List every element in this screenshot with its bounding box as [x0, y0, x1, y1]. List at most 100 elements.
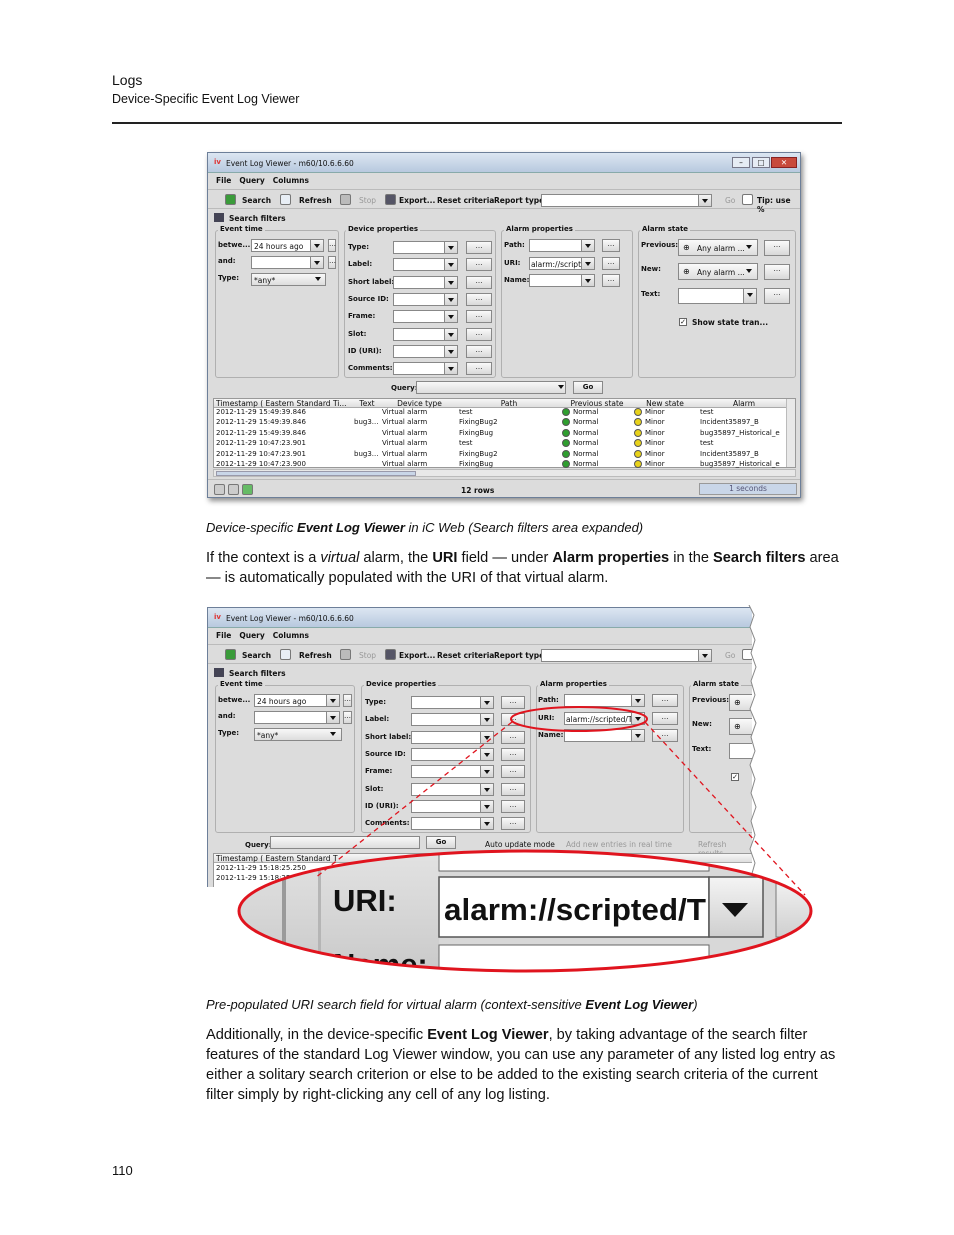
menu-query[interactable]: Query: [239, 176, 264, 185]
device-prop-dropdown[interactable]: [444, 327, 458, 341]
name-dropdown[interactable]: [581, 274, 595, 287]
show-state-checkbox[interactable]: ✓: [679, 318, 687, 326]
type-label: Type:: [218, 274, 240, 282]
device-prop-more-button[interactable]: …: [466, 327, 492, 341]
between-dropdown[interactable]: [310, 239, 324, 252]
previous-dropdown[interactable]: [743, 241, 757, 254]
device-prop-dropdown[interactable]: [444, 258, 458, 272]
uri-dropdown[interactable]: [581, 257, 595, 270]
arrow-up-icon[interactable]: [214, 484, 225, 495]
stop-button[interactable]: Stop: [359, 196, 376, 205]
table-row[interactable]: 2012-11-29 10:47:23.901 Virtual alarm test…: [214, 439, 795, 450]
stop-button[interactable]: Stop: [359, 651, 376, 660]
collapse-icon[interactable]: [214, 213, 224, 222]
and-dropdown[interactable]: [310, 256, 324, 269]
column-header[interactable]: Previous state: [562, 399, 632, 408]
table-row[interactable]: 2012-11-29 15:49:39.846 Virtual alarm Fixi…: [214, 428, 795, 440]
export-button[interactable]: Export...: [399, 651, 435, 660]
maximize-button[interactable]: □: [752, 157, 770, 168]
device-prop-field[interactable]: [393, 310, 445, 324]
report-type-dropdown[interactable]: [698, 649, 712, 662]
query-dropdown[interactable]: [555, 381, 569, 394]
previous-more-button[interactable]: …: [764, 240, 790, 256]
export-button[interactable]: Export...: [399, 196, 435, 205]
table-scrollbar[interactable]: [786, 399, 795, 467]
column-header[interactable]: Alarm: [700, 399, 788, 408]
uri-field[interactable]: alarm://script: [529, 257, 582, 270]
query-select[interactable]: [416, 381, 566, 394]
column-header[interactable]: Timestamp ( Eastern Standard Ti...: [216, 399, 351, 408]
menu-query[interactable]: Query: [239, 631, 264, 640]
refresh-small-icon[interactable]: [242, 484, 253, 495]
horizontal-scrollbar[interactable]: [213, 469, 796, 477]
table-row[interactable]: 2012-11-29 15:49:39.846 bug3... Virtual al…: [214, 418, 795, 429]
uri-more-button[interactable]: …: [602, 257, 620, 270]
column-header[interactable]: New state: [634, 399, 696, 408]
device-prop-dropdown[interactable]: [444, 344, 458, 358]
text-field[interactable]: [678, 288, 744, 304]
report-type-select[interactable]: [541, 194, 699, 207]
between-more-button[interactable]: …: [328, 239, 336, 252]
name-more-button[interactable]: …: [602, 274, 620, 287]
menu-file[interactable]: File: [216, 631, 231, 640]
reset-criteria-button[interactable]: Reset criteria: [437, 651, 494, 660]
device-prop-dropdown[interactable]: [444, 362, 458, 376]
refresh-button[interactable]: Refresh: [299, 196, 332, 205]
path-field[interactable]: [529, 239, 582, 252]
device-prop-field[interactable]: [393, 344, 445, 358]
device-prop-field[interactable]: [393, 327, 445, 341]
collapse-icon[interactable]: [214, 668, 224, 677]
table-row[interactable]: 2012-11-29 15:49:39.846 Virtual alarm test…: [214, 408, 795, 419]
menu-columns[interactable]: Columns: [273, 631, 309, 640]
arrow-down-icon[interactable]: [228, 484, 239, 495]
text-dropdown[interactable]: [743, 288, 757, 304]
minimize-button[interactable]: –: [732, 157, 750, 168]
type-dropdown[interactable]: [312, 273, 326, 286]
go-button[interactable]: Go: [725, 196, 735, 205]
device-prop-more-button[interactable]: …: [466, 310, 492, 324]
name-field[interactable]: [529, 274, 582, 287]
query-go-button[interactable]: Go: [573, 381, 603, 394]
device-prop-dropdown[interactable]: [444, 292, 458, 306]
device-prop-field[interactable]: [393, 362, 445, 376]
device-prop-more-button[interactable]: …: [466, 344, 492, 358]
go-button[interactable]: Go: [725, 651, 735, 660]
device-prop-more-button[interactable]: …: [466, 275, 492, 289]
column-header[interactable]: Device type: [382, 399, 457, 408]
device-prop-field[interactable]: [393, 241, 445, 254]
column-header[interactable]: Text: [354, 399, 380, 408]
search-button[interactable]: Search: [242, 196, 271, 205]
column-header[interactable]: Path: [459, 399, 559, 408]
alarm-filter-icon: ⊕: [683, 267, 690, 276]
report-type-select[interactable]: [541, 649, 699, 662]
new-more-button[interactable]: …: [764, 264, 790, 280]
device-prop-more-button[interactable]: …: [466, 258, 492, 272]
new-dropdown[interactable]: [743, 265, 757, 278]
and-field[interactable]: [251, 256, 311, 269]
table-row[interactable]: 2012-11-29 10:47:23.901 bug3... Virtual al…: [214, 449, 795, 461]
device-prop-more-button[interactable]: …: [466, 362, 492, 376]
elapsed-time: 1 seconds: [699, 483, 797, 495]
path-dropdown[interactable]: [581, 239, 595, 252]
device-prop-more-button[interactable]: …: [466, 292, 492, 306]
menu-columns[interactable]: Columns: [273, 176, 309, 185]
device-properties-title: Device properties: [346, 225, 420, 233]
search-button[interactable]: Search: [242, 651, 271, 660]
refresh-button[interactable]: Refresh: [299, 651, 332, 660]
device-prop-field[interactable]: [393, 258, 445, 272]
path-more-button[interactable]: …: [602, 239, 620, 252]
menu-file[interactable]: File: [216, 176, 231, 185]
device-prop-field[interactable]: [393, 292, 445, 306]
close-button[interactable]: ✕: [771, 157, 797, 168]
between-field[interactable]: 24 hours ago: [251, 239, 311, 252]
report-type-dropdown[interactable]: [698, 194, 712, 207]
text-more-button[interactable]: …: [764, 288, 790, 304]
device-prop-dropdown[interactable]: [444, 241, 458, 254]
and-more-button[interactable]: …: [328, 256, 336, 269]
event-time-title: Event time: [218, 680, 265, 688]
device-prop-field[interactable]: [393, 275, 445, 289]
device-prop-dropdown[interactable]: [444, 310, 458, 324]
device-prop-more-button[interactable]: …: [466, 241, 492, 254]
reset-criteria-button[interactable]: Reset criteria: [437, 196, 494, 205]
device-prop-dropdown[interactable]: [444, 275, 458, 289]
